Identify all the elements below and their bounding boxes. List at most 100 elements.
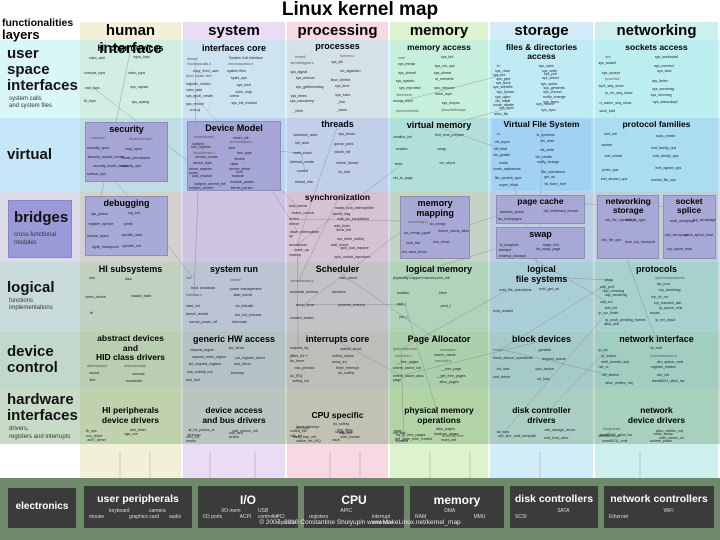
group-title-logical-fs: logical file systems <box>515 264 568 285</box>
group-device-model[interactable]: Device Model drivers/base/driver_init kobj… <box>187 120 281 191</box>
fn-label: mm/slob.c <box>435 358 452 363</box>
layer-device[interactable]: device control <box>0 332 80 388</box>
group-threads[interactable]: threads schedule_work sys_kexec init_work qu… <box>289 118 386 191</box>
fn-label: /proc/meminfo <box>395 109 419 114</box>
fn-label: jiffies_64++ <box>290 354 309 359</box>
fn-label: _fork <box>337 99 346 104</box>
fn-label: do_swap_page <box>536 246 561 251</box>
group-hi-char[interactable]: HI char devices cdev_add input_fops console… <box>83 42 178 117</box>
group-title-swap: swap <box>529 229 552 239</box>
fn-label: tcp_sendmsg <box>659 287 681 292</box>
fn-label: mm_struct <box>432 239 450 244</box>
group-virtual-memory[interactable]: virtual memory vmalloc_init find_vma_prepa… <box>392 119 486 190</box>
column-header-system[interactable]: system <box>183 22 285 40</box>
group-socket-splice[interactable]: socket splice sock_sendpage tcp_sendpage udp… <box>662 194 716 260</box>
column-header-processing[interactable]: processing <box>287 22 388 40</box>
group-title-logical-memory: logical memory <box>405 264 472 275</box>
group-memory-mapping[interactable]: memory mapping mm/mmap.c do_mmap do_mmap_pgo… <box>399 196 471 260</box>
group-interrupts-core[interactable]: interrupts core request_irq tasklet_struct… <box>289 333 386 387</box>
fn-label: start_init <box>186 304 200 309</box>
fn-label: sys_kill <box>331 60 343 65</box>
fn-label: start_thread <box>340 434 360 439</box>
fn-label: scsi_device <box>535 367 554 372</box>
group-network-interface[interactable]: network interface ip_rcv sk_buff ip_output l… <box>597 333 715 387</box>
group-debugging[interactable]: debugging sys_ptrace log_buf register_kprob… <box>85 195 168 256</box>
group-block-devices[interactable]: block devices block/gendisk block_device_o… <box>492 333 591 387</box>
fn-label: spin_lock_irqsave <box>340 246 369 251</box>
electronics-item: DMA <box>444 508 456 514</box>
group-phys-mem-ops[interactable]: physical memory operations page alloc_pages… <box>392 389 486 443</box>
group-logical-memory[interactable]: logical memory physically mapped memory mm… <box>392 263 486 330</box>
fn-label: security_ops <box>120 163 141 168</box>
fn-label: dev_init <box>656 373 670 378</box>
group-title-vfs: Virtual File System <box>503 119 580 130</box>
fn-label: alloc_netdev_mq <box>605 380 633 385</box>
group-sockets-access[interactable]: sockets access net/sys_socketcall sys_sock… <box>597 42 715 117</box>
fn-label: work_struct <box>293 150 312 155</box>
group-interfaces-core[interactable]: interfaces core kernel/System Call Interf… <box>185 42 283 117</box>
fn-label: sys_nanosleep <box>290 98 314 103</box>
fn-label: register_netdev <box>651 365 676 370</box>
group-swap[interactable]: swap si_swapinfo swap_info kswapd do_swap_pa… <box>496 227 585 260</box>
group-net-dev-drivers[interactable]: network device drivers drivers/net/alloc_n… <box>597 389 715 443</box>
group-security[interactable]: security security/linux/security.h securit… <box>85 122 168 182</box>
group-disk-ctrl-drivers[interactable]: disk controller drivers sd_fops usb_storage… <box>492 389 591 443</box>
fn-label: sock_sendpage <box>669 218 696 223</box>
fn-label: inode_operations <box>493 167 521 172</box>
column-header-human[interactable]: human interface <box>80 22 181 57</box>
fn-label: sys_signal <box>290 69 308 74</box>
group-protocol-families[interactable]: protocol families inet_init sock_create soc… <box>597 119 715 190</box>
fn-label: bus_type <box>237 150 252 155</box>
layer-bridges[interactable]: bridges cross-functional modules <box>0 192 80 262</box>
fn-label: task_struct <box>339 276 357 281</box>
group-protocols[interactable]: protocols proto/proc/net/protocols udp_pro… <box>597 263 715 330</box>
fn-label: msleep <box>289 253 301 257</box>
group-logical-fs[interactable]: logical file systems ext4_file_operations e… <box>492 263 591 330</box>
fn-label: find_vma_prepare <box>434 132 464 137</box>
group-system-run[interactable]: system run init/kernel/boot, shutdown powe… <box>185 263 283 330</box>
fn-label: kmem_cache_alloc <box>392 373 424 378</box>
fn-label: kernel/ <box>230 277 241 282</box>
fn-label: udp_rcv <box>599 300 613 304</box>
layer-title-virtual: virtual <box>7 146 53 163</box>
fn-label: current <box>296 169 309 174</box>
layer-user[interactable]: user space interfaces system calls and syste… <box>0 40 80 118</box>
fn-label: unix_family_ops <box>652 154 679 159</box>
group-cpu-specific[interactable]: CPU specific timer_interrupt do_softirq do_… <box>289 389 386 443</box>
corner-header: functionalities layers <box>2 18 82 42</box>
group-generic-hw[interactable]: generic HW access request_region pci_drive… <box>185 333 283 387</box>
electronics-item: camera <box>149 508 166 514</box>
group-hi-subsystems[interactable]: HI subsystems drm alsa video_device noaaio_f… <box>82 263 179 330</box>
group-files-dirs[interactable]: files & directories access fs/sys_open sys_… <box>492 42 591 117</box>
fn-label: security_socket_create <box>87 154 125 159</box>
group-title-files-dirs: files & directories access <box>505 41 578 62</box>
fn-label: ip_rcv_input <box>655 318 675 323</box>
layer-hardware[interactable]: hardware interfaces drivers, registers and … <box>0 388 80 444</box>
layer-virtual[interactable]: virtual <box>0 118 80 192</box>
fn-label: kernel_thread <box>336 160 359 165</box>
fn-label: video_fops <box>127 70 146 75</box>
page-title: Linux kernel map <box>281 0 439 20</box>
group-memory-access[interactable]: memory access mm/sys_brk sys_mmap sys_vm_op… <box>392 42 486 117</box>
layer-logical[interactable]: logical functions implementations <box>0 262 80 332</box>
group-abstract-devices[interactable]: abstract devices and HID class drivers driv… <box>82 333 179 387</box>
group-hi-peripherals[interactable]: HI peripherals device drivers fb_ops drm_ti… <box>82 389 179 443</box>
group-title-system-run: system run <box>209 264 258 275</box>
fn-label: console_fops <box>84 71 106 76</box>
column-header-storage[interactable]: storage <box>490 22 593 40</box>
group-scheduler[interactable]: Scheduler kernel/sched.c task_struct schedu… <box>289 263 386 330</box>
fn-label: linux_binfmt <box>330 78 350 83</box>
group-synchronization[interactable]: synchronization lock_kernel mutex_lock_int… <box>288 192 387 261</box>
group-vfs[interactable]: Virtual File System fs/fs_systems vfs_fsyn… <box>492 119 591 191</box>
column-header-networking[interactable]: networking <box>595 22 718 40</box>
fn-label: sound <box>89 370 99 375</box>
fn-label: ext4_file_operations <box>499 288 532 293</box>
column-header-memory[interactable]: memory <box>390 22 488 40</box>
group-page-cache[interactable]: page cache address_space bdi_writeback_thr… <box>496 194 585 225</box>
fn-label: usb_driver <box>234 361 251 366</box>
group-page-allocator[interactable]: Page Allocator/proc/vallocinfo mm/slab.c m… <box>392 333 486 387</box>
group-networking-storage[interactable]: networking storage nfs_file_operations smb_… <box>597 194 659 260</box>
group-processes[interactable]: processes kernel/fs/exec.c kernel/signal.c… <box>289 40 386 116</box>
fn-label: file_operations <box>541 169 565 174</box>
group-device-access[interactable]: device access and bus drivers at_hd_pisbus… <box>185 389 283 443</box>
